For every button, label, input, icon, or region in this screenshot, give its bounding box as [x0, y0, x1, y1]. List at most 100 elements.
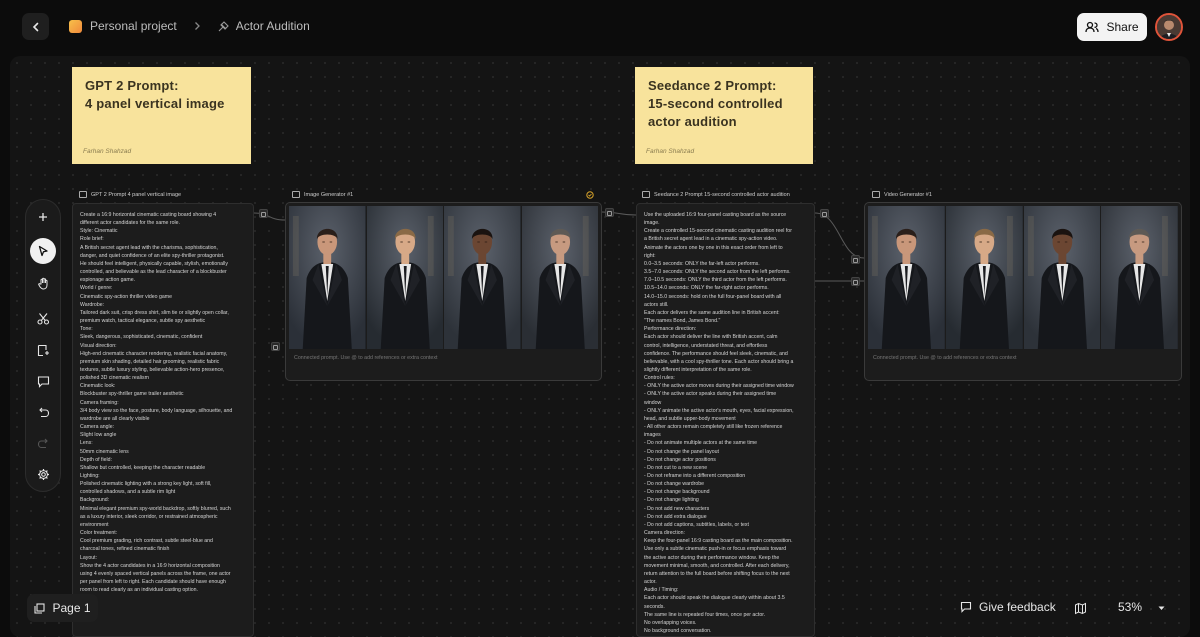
comment-icon: [37, 375, 49, 388]
sticky-note-seedance[interactable]: Seedance 2 Prompt: 15-second controlled …: [635, 67, 813, 164]
prompt-line: Camera angle:: [80, 424, 115, 431]
prompt-hint[interactable]: Connected prompt. Use @ to add reference…: [294, 355, 437, 361]
prompt-line: Layout:: [80, 554, 98, 561]
hand-icon: [37, 277, 47, 290]
pages-icon: [34, 602, 46, 614]
sticky-title: Seedance 2 Prompt: 15-second controlled …: [648, 78, 783, 129]
prompt-line: - Do not add captions, subtitles, labels…: [644, 521, 749, 528]
prompt-line: image.: [644, 220, 660, 227]
cut-tool-button[interactable]: [30, 305, 56, 331]
give-feedback-button[interactable]: Give feedback: [960, 600, 1056, 614]
input-port[interactable]: [851, 255, 860, 264]
prompt-line: - ONLY the active actor speaks during th…: [644, 391, 777, 398]
prompt-line: Keep the four-panel 16:9 casting board a…: [644, 538, 793, 545]
prompt-line: actor.: [644, 579, 657, 586]
prompt-line: Slight low angle: [80, 432, 117, 439]
prompt-line: polished 3D cinematic realism: [80, 375, 149, 382]
settings-button[interactable]: [30, 461, 56, 487]
prompt-line: wardrobe are all clearly visible: [80, 415, 150, 422]
text-node-gpt-prompt[interactable]: Create a 16:9 horizontal cinematic casti…: [72, 203, 254, 637]
generated-video[interactable]: [868, 206, 1178, 349]
prompt-line: controlled, and believable as the lead c…: [80, 269, 227, 276]
prompt-line: A British secret agent lead with the cha…: [80, 244, 218, 251]
prompt-line: Show the 4 actor candidates in a 16:9 ho…: [80, 562, 220, 569]
prompt-line: 0.0–3.5 seconds: ONLY the far-left actor…: [644, 260, 760, 267]
prompt-line: premium skin shading, detailed hair groo…: [80, 358, 220, 365]
output-port[interactable]: [605, 208, 614, 217]
video-panel-2: [945, 206, 1023, 349]
prompt-line: - Do not add new characters: [644, 505, 710, 512]
image-panel-2: [366, 206, 443, 349]
add-node-button[interactable]: [30, 204, 56, 230]
comment-button[interactable]: [30, 368, 56, 394]
node-label-gpt-prompt: GPT 2 Prompt 4 panel vertical image: [79, 191, 181, 198]
prompt-line: 14.0–15.0 seconds: hold on the full four…: [644, 293, 782, 300]
sticky-title: GPT 2 Prompt: 4 panel vertical image: [85, 78, 225, 111]
sticky-author: Farhan Shahzad: [646, 148, 695, 155]
text-node-icon: [642, 191, 650, 198]
pan-tool-button[interactable]: [30, 270, 56, 296]
output-port[interactable]: [259, 209, 268, 218]
image-panel-1: [289, 206, 366, 349]
sticky-note-button[interactable]: [30, 337, 56, 363]
image-generator-node[interactable]: Connected prompt. Use @ to add reference…: [285, 202, 602, 381]
text-node-seedance-prompt[interactable]: Use the uploaded 16:9 four-panel casting…: [636, 203, 815, 637]
chevron-down-icon[interactable]: [1157, 604, 1166, 613]
input-port[interactable]: [851, 277, 860, 286]
pointer-icon: [38, 245, 48, 257]
prompt-line: Blockbuster spy-thriller game trailer ae…: [80, 391, 184, 398]
video-generator-node[interactable]: Connected prompt. Use @ to add reference…: [864, 202, 1182, 381]
redo-icon: [37, 438, 48, 448]
node-label-seedance-prompt: Seedance 2 Prompt 15-second controlled a…: [642, 191, 790, 198]
prompt-line: as a luxury interior, sleek corridor, or…: [80, 513, 218, 520]
prompt-line: - Do not change background: [644, 489, 710, 496]
prompt-line: room to read clearly as an individual ca…: [80, 587, 198, 594]
prompt-line: using 4 evenly spaced vertical panels ac…: [80, 570, 231, 577]
prompt-line: charcoal tones, refined cinematic finish: [80, 546, 170, 553]
prompt-line: Color treatment:: [80, 530, 118, 537]
prompt-line: Each actor should deliver the line with …: [644, 334, 778, 341]
prompt-line: 3.5–7.0 seconds: ONLY the second actor f…: [644, 269, 791, 276]
prompt-line: a British secret agent lead in a cinemat…: [644, 236, 778, 243]
select-tool-button[interactable]: [30, 238, 56, 264]
redo-button[interactable]: [30, 430, 56, 456]
prompt-line: Cinematic spy-action thriller video game: [80, 293, 172, 300]
prompt-line: Lens:: [80, 440, 93, 447]
prompt-line: - Do not animate multiple actors at the …: [644, 440, 758, 447]
prompt-line: window: [644, 399, 662, 406]
sticky-note-gpt[interactable]: GPT 2 Prompt: 4 panel vertical image Far…: [72, 67, 251, 164]
video-panel-3: [1023, 206, 1101, 349]
prompt-line: per panel from left to right. Each candi…: [80, 579, 226, 586]
prompt-line: - Do not reframe into a different compos…: [644, 473, 746, 479]
zoom-level[interactable]: 53%: [1118, 600, 1142, 614]
map-icon[interactable]: [1074, 602, 1087, 615]
prompt-line: 3/4 body view so the face, posture, body…: [80, 407, 233, 414]
node-title: Image Generator #1: [304, 191, 354, 198]
prompt-line: World / genre:: [80, 285, 113, 292]
prompt-line: Polished cinematic lighting with a stron…: [80, 481, 212, 488]
prompt-line: Control rules:: [644, 375, 675, 382]
image-node-icon: [292, 191, 300, 198]
node-label-image-generator: Image Generator #1: [292, 191, 353, 198]
prompt-line: - All other actors remain completely sti…: [644, 424, 783, 431]
sticky-author: Farhan Shahzad: [83, 148, 132, 155]
prompt-line: Camera framing:: [80, 399, 119, 406]
prompt-line: Minimal elegant premium spy-world backdr…: [80, 505, 231, 512]
prompt-hint[interactable]: Connected prompt. Use @ to add reference…: [873, 355, 1016, 361]
prompt-line: Depth of field:: [80, 456, 113, 463]
prompt-line: - Do not change wardrobe: [644, 481, 704, 488]
scissors-icon: [36, 312, 49, 325]
output-port[interactable]: [820, 209, 829, 218]
prompt-line: Use only a subtle cinematic push-in or f…: [644, 546, 787, 553]
settings-icon: [37, 468, 49, 480]
input-port[interactable]: [271, 342, 280, 351]
prompt-line: head, and subtle upper-body movement: [644, 415, 736, 422]
prompt-line: No overlapping voices.: [644, 619, 697, 626]
prompt-line: the active actor during their performanc…: [644, 554, 780, 561]
prompt-line: seconds.: [644, 603, 665, 610]
image-panel-4: [521, 206, 598, 349]
generated-image[interactable]: [289, 206, 598, 349]
prompt-line: - Do not change lighting: [644, 497, 699, 504]
page-selector-button[interactable]: Page 1: [27, 594, 98, 622]
undo-button[interactable]: [30, 399, 56, 425]
